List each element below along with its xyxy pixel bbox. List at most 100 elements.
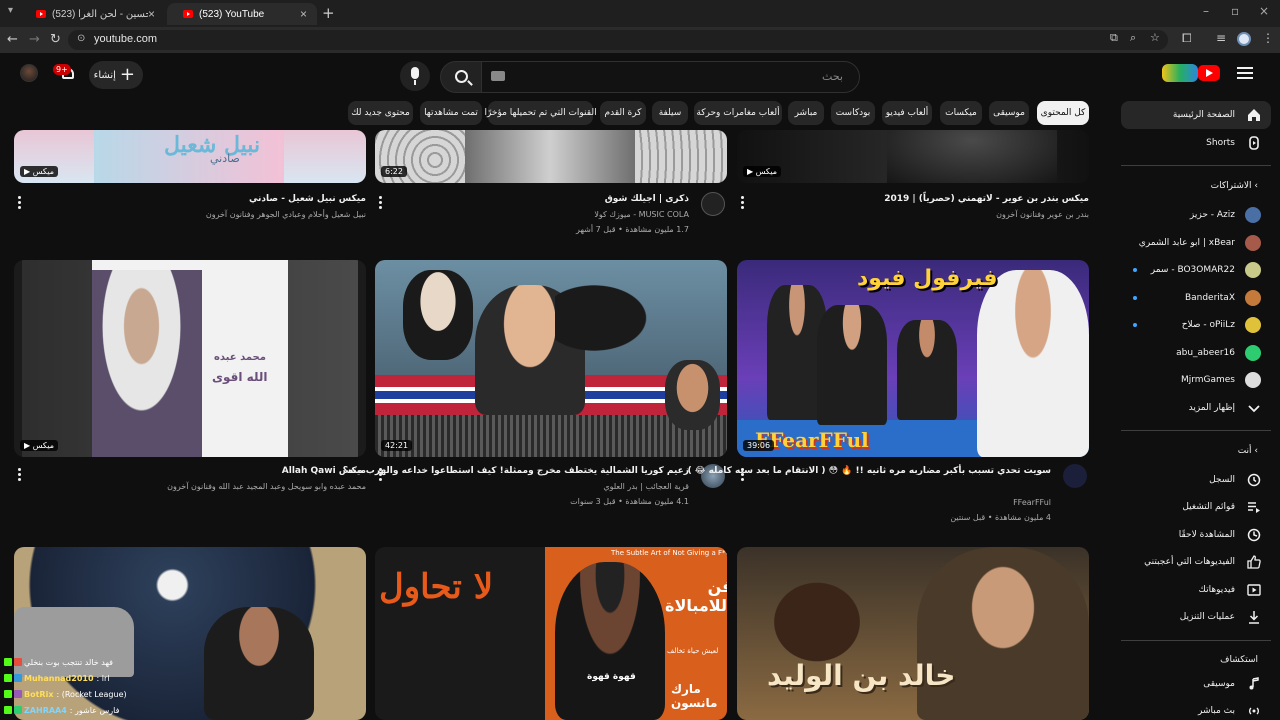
video-channel[interactable]: نبيل شعيل وأحلام وعبادي الجوهر وفنانون آ… — [206, 210, 366, 219]
video-stats: 4.1 مليون مشاهدة • قبل 3 سنوات — [570, 497, 689, 506]
sidebar-sub-banderitax[interactable]: BanderitaX — [1121, 284, 1271, 312]
browser-tab-2[interactable]: (523) YouTube × — [167, 3, 317, 25]
video-thumbnail[interactable]: 6:22 — [375, 130, 727, 183]
chip-music[interactable]: موسيقى — [989, 101, 1029, 125]
sidebar-sub-aziz[interactable]: حزيز - Aziz — [1121, 201, 1271, 229]
more-options-icon[interactable] — [18, 468, 22, 482]
reload-icon[interactable]: ↻ — [50, 32, 61, 47]
tab-search-icon[interactable]: ▾ — [8, 5, 13, 16]
sidebar-sub-mjrmgames[interactable]: MjrmGames — [1121, 366, 1271, 394]
video-thumbnail[interactable]: خالد بن الوليد — [737, 547, 1089, 720]
video-channel[interactable]: محمد عبده وابو سويحل وعبد المجيد عبد الل… — [167, 482, 366, 491]
keyboard-icon[interactable] — [491, 71, 505, 81]
more-options-icon[interactable] — [379, 468, 383, 482]
sidebar-item-your-videos[interactable]: فيديوهاتك — [1121, 576, 1271, 604]
chip-all[interactable]: كل المحتوى — [1037, 101, 1089, 125]
zoom-icon[interactable]: ⌕ — [1130, 31, 1136, 45]
video-thumbnail[interactable]: 42:21 — [375, 260, 727, 457]
chip-action-adventure[interactable]: ألعاب مغامرات وحركة — [694, 101, 782, 125]
tab-groups-icon[interactable]: ≡ — [1216, 31, 1226, 45]
close-window-icon[interactable]: × — [1259, 4, 1269, 18]
video-title[interactable]: ميكس نبيل شعيل - صادني — [249, 194, 366, 204]
voice-search-button[interactable] — [400, 61, 430, 91]
video-channel[interactable]: قرية العجائب | بدر العلوي — [603, 482, 689, 491]
browser-menu-icon[interactable]: ⋮ — [1262, 31, 1274, 45]
sidebar-item-shorts[interactable]: Shorts — [1121, 129, 1271, 157]
chip-new-to-you[interactable]: محتوى جديد لك — [348, 101, 413, 125]
chip-watched[interactable]: تمت مشاهدتها — [420, 101, 482, 125]
user-avatar[interactable] — [20, 64, 38, 82]
browser-tab-bar: ▾ (523) عبدالهادي حسين - لحن الغرا × (52… — [0, 0, 1280, 27]
sidebar-sub-bo3omar[interactable]: سمر - BO3OMAR22 — [1121, 256, 1271, 284]
chip-mixes[interactable]: ميكسات — [940, 101, 982, 125]
extensions-icon[interactable]: ⧠ — [1182, 31, 1192, 46]
more-options-icon[interactable] — [18, 196, 22, 210]
live-dot-icon — [1133, 296, 1137, 300]
video-thumbnail[interactable]: ▶ ميكس — [737, 130, 1089, 183]
you-header[interactable]: أنت ‹ — [1238, 446, 1258, 456]
video-channel[interactable]: MUSIC COLA - ميوزك كولا — [594, 210, 689, 219]
close-tab-icon[interactable]: × — [300, 7, 307, 21]
close-tab-icon[interactable]: × — [148, 7, 155, 21]
more-options-icon[interactable] — [741, 196, 745, 210]
chip-podcasts[interactable]: بودكاست — [831, 101, 875, 125]
sidebar-sub-abu-abeer[interactable]: abu_abeer16 — [1121, 339, 1271, 367]
video-stats: 1.7 مليون مشاهدة • قبل 7 أشهر — [576, 225, 689, 234]
chip-recently-uploaded[interactable]: القنوات التي تم تحميلها مؤخرًا — [484, 101, 597, 125]
sidebar-item-home[interactable]: الصفحة الرئيسية — [1121, 101, 1271, 129]
minimize-icon[interactable]: – — [1203, 4, 1209, 18]
more-options-icon[interactable] — [741, 468, 745, 482]
browser-tab-1[interactable]: (523) عبدالهادي حسين - لحن الغرا × — [20, 3, 165, 25]
video-title[interactable]: ميكس بندر بن عوير - لاتهمني (حصرياً) | 2… — [884, 194, 1089, 204]
sidebar-item-music[interactable]: موسيقى — [1121, 670, 1271, 698]
sidebar-item-history[interactable]: السجل — [1121, 466, 1271, 494]
youtube-logo[interactable] — [1158, 64, 1220, 82]
back-icon[interactable]: ← — [7, 32, 18, 47]
search-input[interactable]: بحث — [480, 61, 860, 93]
video-thumbnail[interactable]: محمد عبده الله اقوى ▶ ميكس — [14, 260, 366, 457]
subscriptions-header[interactable]: الاشتراكات ‹ — [1211, 181, 1258, 191]
badge-icon — [14, 674, 22, 682]
browser-profile-avatar[interactable] — [1237, 32, 1251, 46]
mix-badge: ▶ ميكس — [743, 166, 782, 177]
sidebar-item-live[interactable]: بث مباشر — [1121, 697, 1271, 720]
search-button[interactable] — [440, 61, 482, 93]
chat-message: ZAHRAA4 : فارس عاشور — [4, 704, 119, 716]
chip-live[interactable]: مباشر — [788, 101, 824, 125]
sidebar-item-label: فيديوهاتك — [1198, 585, 1235, 595]
sidebar-item-playlists[interactable]: قوائم التشغيل — [1121, 493, 1271, 521]
sidebar-sub-xbear[interactable]: ابو عابد الشمري | xBear — [1121, 229, 1271, 257]
sidebar-show-more[interactable]: إظهار المزيد — [1121, 394, 1271, 422]
video-title[interactable]: زعيم كوريا الشمالية يختطف مخرج وممثلة! ك… — [343, 466, 689, 476]
channel-avatar[interactable] — [1063, 464, 1087, 488]
chip-selfa[interactable]: سيلفة — [652, 101, 688, 125]
chip-football[interactable]: كرة القدم — [600, 101, 646, 125]
site-info-icon[interactable]: ⊙ — [77, 33, 85, 44]
sub-name: سمر - BO3OMAR22 — [1150, 265, 1235, 275]
sidebar-item-liked-videos[interactable]: الفيديوهات التي أعجبتني — [1121, 548, 1271, 576]
more-options-icon[interactable] — [379, 196, 383, 210]
new-tab-button[interactable]: + — [322, 4, 335, 22]
omnibox[interactable]: ⊙ youtube.com — [68, 30, 1168, 50]
create-button[interactable]: إنشاء + — [89, 61, 143, 89]
video-thumbnail[interactable]: فيرفول فيود FFearFFul 39:06 — [737, 260, 1089, 457]
url-text[interactable]: youtube.com — [94, 33, 157, 45]
menu-icon[interactable] — [1237, 67, 1253, 79]
tab-title: (523) عبدالهادي حسين - لحن الغرا — [52, 8, 148, 20]
thumb-book-title: The Subtle Art of Not Giving a F*ck — [611, 549, 727, 557]
sidebar-sub-opiilz[interactable]: صلاح - oPiiLz — [1121, 311, 1271, 339]
cast-icon[interactable]: ⧉ — [1110, 31, 1118, 45]
maximize-icon[interactable]: ▫ — [1231, 4, 1239, 18]
duration-badge: 39:06 — [743, 440, 775, 451]
bookmark-star-icon[interactable]: ☆ — [1150, 31, 1160, 44]
video-title[interactable]: ذكرى | اجيلك شوق — [605, 194, 689, 204]
video-channel[interactable]: FFearFFul — [1013, 498, 1051, 507]
chip-video-games[interactable]: ألعاب فيديو — [882, 101, 932, 125]
sidebar-item-watch-later[interactable]: المشاهدة لاحقًا — [1121, 521, 1271, 549]
video-thumbnail[interactable]: لا تحاول The Subtle Art of Not Giving a … — [375, 547, 727, 720]
forward-icon[interactable]: → — [29, 32, 40, 47]
video-thumbnail[interactable]: نبيل شعيل صادني ▶ ميكس — [14, 130, 366, 183]
sidebar-item-downloads[interactable]: عمليات التنزيل — [1121, 603, 1271, 631]
video-channel[interactable]: بندر بن عوير وفنانون آخرون — [996, 210, 1089, 219]
channel-avatar[interactable] — [701, 192, 725, 216]
